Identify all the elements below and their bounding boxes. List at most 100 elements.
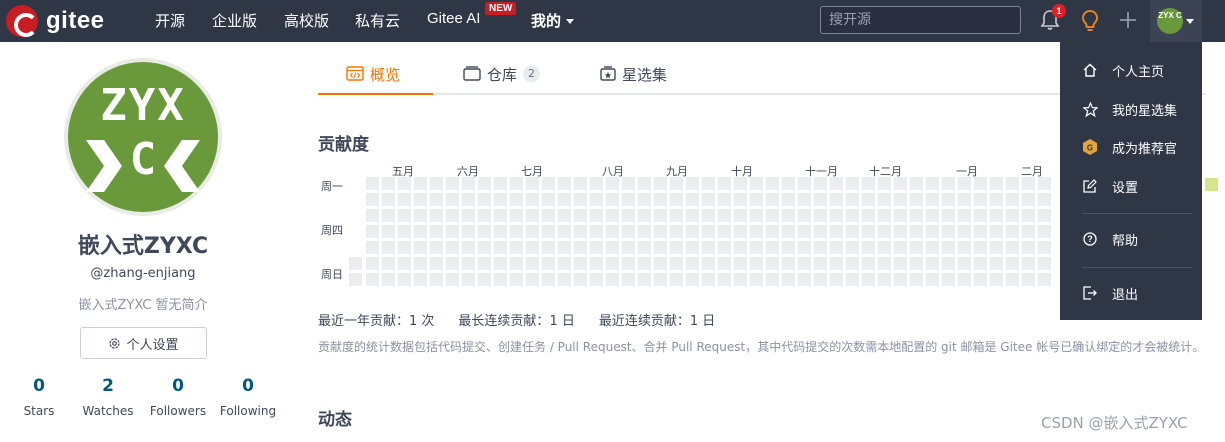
contribution-cell[interactable] [382,193,395,206]
contribution-cell[interactable] [590,193,603,206]
contribution-cell[interactable] [590,225,603,238]
contribution-cell[interactable] [446,209,459,222]
contribution-cell[interactable] [494,193,507,206]
contribution-cell[interactable] [734,257,747,270]
contribution-cell[interactable] [366,193,379,206]
contribution-cell[interactable] [382,209,395,222]
contribution-cell[interactable] [750,273,763,286]
contribution-cell[interactable] [462,225,475,238]
contribution-cell[interactable] [510,193,523,206]
contribution-cell[interactable] [846,273,859,286]
contribution-cell[interactable] [1022,193,1035,206]
stat-watches[interactable]: 2 Watches [68,376,148,418]
contribution-cell[interactable] [990,193,1003,206]
contribution-cell[interactable] [974,177,987,190]
contribution-cell[interactable] [670,209,683,222]
contribution-cell[interactable] [446,225,459,238]
contribution-cell[interactable] [382,273,395,286]
contribution-cell[interactable] [750,225,763,238]
contribution-cell[interactable] [798,273,811,286]
contribution-cell[interactable] [958,241,971,254]
contribution-cell[interactable] [942,225,955,238]
contribution-cell[interactable] [686,273,699,286]
nav-item-opensource[interactable]: 开源 [155,10,185,31]
contribution-cell[interactable] [814,241,827,254]
contribution-cell[interactable] [542,193,555,206]
contribution-cell[interactable] [702,209,715,222]
contribution-cell[interactable] [1006,273,1019,286]
contribution-cell[interactable] [590,209,603,222]
contribution-cell[interactable] [462,209,475,222]
contribution-cell[interactable] [702,193,715,206]
contribution-cell[interactable] [414,241,427,254]
contribution-cell[interactable] [430,273,443,286]
stat-followers[interactable]: 0 Followers [138,376,218,418]
contribution-cell[interactable] [750,193,763,206]
contribution-cell[interactable] [366,257,379,270]
contribution-cell[interactable] [782,177,795,190]
user-menu-toggle[interactable]: ZYX C [1150,0,1202,42]
contribution-cell[interactable] [574,225,587,238]
contribution-cell[interactable] [654,177,667,190]
contribution-cell[interactable] [382,225,395,238]
contribution-cell[interactable] [542,225,555,238]
contribution-cell[interactable] [478,225,491,238]
menu-item-settings[interactable]: 设置 [1060,170,1202,202]
contribution-cell[interactable] [670,177,683,190]
contribution-cell[interactable] [670,273,683,286]
contribution-cell[interactable] [910,193,923,206]
contribution-cell[interactable] [414,273,427,286]
contribution-cell[interactable] [414,209,427,222]
contribution-cell[interactable] [1038,209,1051,222]
contribution-cell[interactable] [846,257,859,270]
contribution-cell[interactable] [622,193,635,206]
contribution-cell[interactable] [1006,225,1019,238]
contribution-cell[interactable] [878,209,891,222]
tab-starred-collections[interactable]: 星选集 [600,58,667,95]
contribution-cell[interactable] [654,241,667,254]
nav-item-education[interactable]: 高校版 [284,10,329,31]
contribution-cell[interactable] [958,209,971,222]
contribution-cell[interactable] [638,209,651,222]
contribution-cell[interactable] [926,209,939,222]
contribution-cell[interactable] [734,241,747,254]
contribution-cell[interactable] [750,241,763,254]
contribution-cell[interactable] [846,209,859,222]
tab-repos[interactable]: 仓库 2 [463,58,541,95]
contribution-cell[interactable] [686,193,699,206]
contribution-cell[interactable] [766,193,779,206]
contribution-cell[interactable] [590,257,603,270]
contribution-cell[interactable] [1022,241,1035,254]
contribution-cell[interactable] [478,241,491,254]
contribution-cell[interactable] [862,273,875,286]
contribution-cell[interactable] [830,273,843,286]
contribution-cell[interactable] [702,241,715,254]
contribution-cell[interactable] [686,225,699,238]
contribution-cell[interactable] [670,257,683,270]
contribution-cell[interactable] [366,225,379,238]
contribution-cell[interactable] [702,225,715,238]
contribution-cell[interactable] [718,177,731,190]
contribution-cell[interactable] [894,257,907,270]
contribution-cell[interactable] [798,193,811,206]
contribution-cell[interactable] [558,273,571,286]
contribution-cell[interactable] [558,177,571,190]
contribution-cell[interactable] [462,257,475,270]
contribution-cell[interactable] [622,225,635,238]
contribution-cell[interactable] [718,209,731,222]
contribution-cell[interactable] [654,193,667,206]
contribution-cell[interactable] [494,209,507,222]
contribution-cell[interactable] [782,193,795,206]
profile-avatar[interactable]: ZYX C [64,58,222,216]
contribution-cell[interactable] [510,241,523,254]
contribution-cell[interactable] [1006,177,1019,190]
contribution-cell[interactable] [862,209,875,222]
contribution-cell[interactable] [654,273,667,286]
contribution-cell[interactable] [702,177,715,190]
contribution-cell[interactable] [782,209,795,222]
contribution-cell[interactable] [606,209,619,222]
contribution-cell[interactable] [1038,273,1051,286]
contribution-cell[interactable] [910,177,923,190]
menu-item-help[interactable]: ? 帮助 [1060,223,1202,255]
contribution-cell[interactable] [894,193,907,206]
